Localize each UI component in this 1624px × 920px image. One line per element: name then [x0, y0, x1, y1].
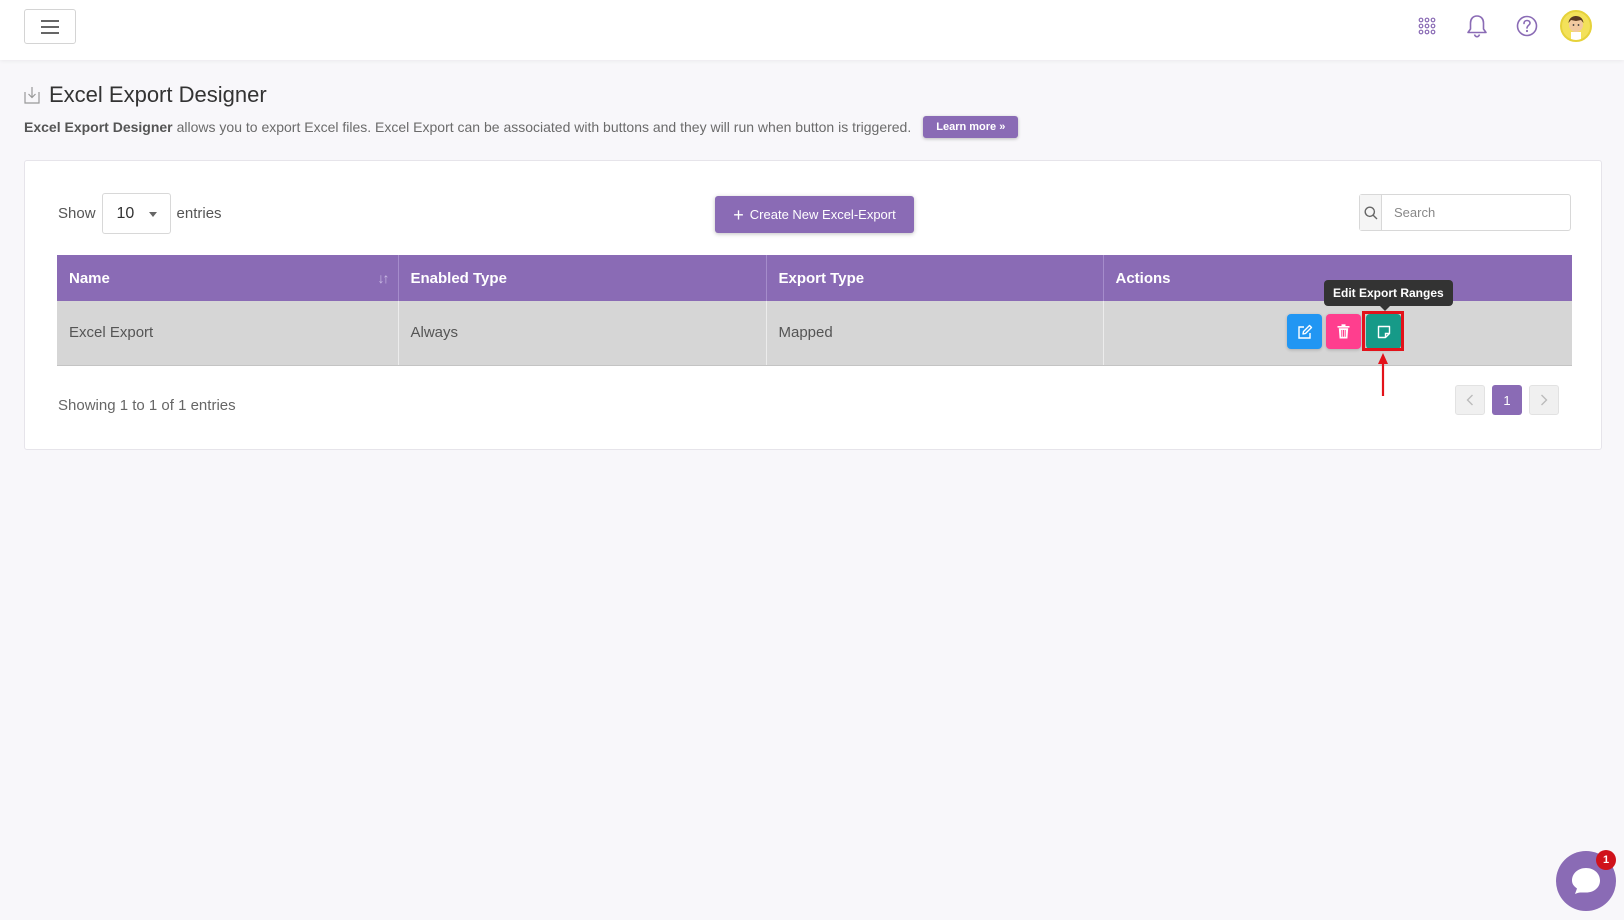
trash-icon	[1337, 324, 1350, 339]
help-icon	[1516, 15, 1538, 37]
pagination-page-1[interactable]: 1	[1492, 385, 1522, 415]
edit-export-ranges-tooltip: Edit Export Ranges	[1324, 280, 1453, 311]
user-avatar-icon	[1568, 16, 1584, 40]
menu-icon	[41, 19, 59, 34]
apps-grid-icon	[1418, 17, 1436, 35]
chevron-down-icon	[148, 212, 157, 217]
edit-icon	[1297, 324, 1312, 339]
create-button-label: Create New Excel-Export	[749, 207, 896, 222]
delete-button[interactable]	[1326, 314, 1361, 349]
hamburger-menu-button[interactable]	[24, 9, 76, 44]
entries-label: entries	[176, 205, 222, 222]
page-description: Excel Export Designer allows you to expo…	[24, 116, 1019, 138]
sticky-note-icon	[1377, 325, 1390, 338]
user-avatar[interactable]	[1560, 10, 1592, 42]
showing-entries-text: Showing 1 to 1 of 1 entries	[58, 397, 236, 414]
show-label: Show	[58, 205, 96, 222]
page-description-text: allows you to export Excel files. Excel …	[176, 119, 912, 135]
bell-icon	[1467, 15, 1487, 38]
cell-enabled-type: Always	[398, 301, 767, 366]
chevron-right-icon	[1541, 394, 1548, 406]
cell-name: Excel Export	[57, 301, 399, 366]
apps-grid-button[interactable]	[1413, 12, 1441, 40]
cell-export-type: Mapped	[766, 301, 1104, 366]
help-button[interactable]	[1513, 12, 1541, 40]
annotation-arrow-icon	[1378, 353, 1388, 396]
column-header-name[interactable]: Name ↓↑	[57, 255, 399, 301]
pagination-previous-button[interactable]	[1455, 385, 1485, 415]
column-header-name-label: Name	[69, 269, 110, 287]
top-bar	[0, 0, 1624, 60]
learn-more-button[interactable]: Learn more »	[923, 116, 1019, 138]
edit-button[interactable]	[1287, 314, 1322, 349]
chat-unread-badge: 1	[1596, 850, 1616, 870]
search-icon-box	[1360, 195, 1382, 230]
search-input[interactable]	[1382, 195, 1570, 230]
column-header-enabled-type[interactable]: Enabled Type	[398, 255, 767, 301]
page-header: Excel Export Designer	[24, 82, 267, 108]
pagination-next-button[interactable]	[1529, 385, 1559, 415]
page-size-control: Show 10 entries	[58, 193, 222, 234]
page-size-select[interactable]: 10	[101, 193, 171, 234]
plus-icon: +	[733, 204, 744, 225]
chat-bubble-icon	[1572, 868, 1600, 894]
create-excel-export-button[interactable]: + Create New Excel-Export	[715, 196, 914, 233]
download-icon	[24, 87, 40, 104]
search-icon	[1364, 206, 1377, 219]
sort-icon: ↓↑	[377, 269, 390, 286]
page-title: Excel Export Designer	[49, 82, 267, 107]
page-size-value: 10	[116, 204, 135, 222]
search-box	[1359, 194, 1571, 231]
chevron-left-icon	[1466, 394, 1473, 406]
edit-export-ranges-button[interactable]	[1366, 314, 1401, 349]
page-description-bold: Excel Export Designer	[24, 119, 173, 135]
notifications-button[interactable]	[1463, 12, 1491, 40]
column-header-export-type[interactable]: Export Type	[766, 255, 1104, 301]
